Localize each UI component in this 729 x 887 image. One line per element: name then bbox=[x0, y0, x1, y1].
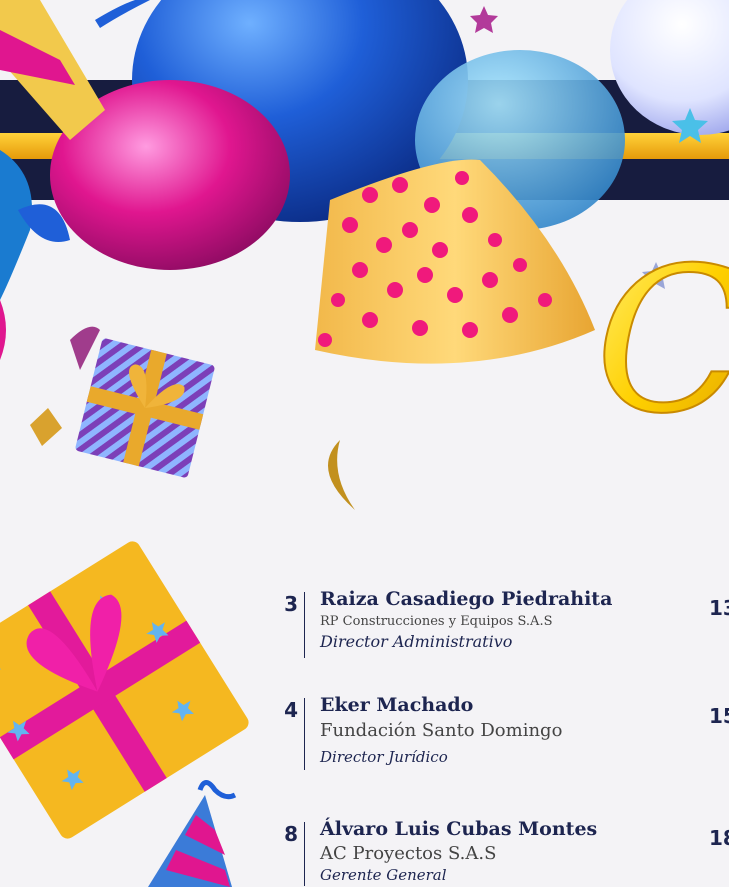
divider bbox=[304, 592, 305, 658]
birthday-entry: 3 Raiza Casadiego Piedrahita RP Construc… bbox=[262, 588, 682, 668]
person-name: Raiza Casadiego Piedrahita bbox=[320, 588, 613, 610]
day-number-right: 15 bbox=[709, 704, 729, 728]
person-name: Eker Machado bbox=[320, 694, 474, 716]
job-title: Director Administrativo bbox=[320, 632, 513, 651]
day-number: 8 bbox=[284, 822, 298, 846]
divider bbox=[304, 698, 305, 770]
company-name: AC Proyectos S.A.S bbox=[320, 843, 497, 864]
person-name: Álvaro Luis Cubas Montes bbox=[320, 818, 598, 840]
birthday-entry: 8 Álvaro Luis Cubas Montes AC Proyectos … bbox=[262, 818, 682, 887]
company-name: RP Construcciones y Equipos S.A.S bbox=[320, 614, 553, 629]
day-number: 3 bbox=[284, 592, 298, 616]
job-title: Director Jurídico bbox=[320, 748, 448, 766]
divider bbox=[304, 822, 305, 886]
day-number-right: 13 bbox=[709, 596, 729, 620]
day-number-right: 18 bbox=[709, 826, 729, 850]
job-title: Gerente General bbox=[320, 866, 447, 884]
birthday-poster: C 3 Raiza Casadiego Piedrahita RP C bbox=[0, 0, 729, 887]
birthday-entry: 4 Eker Machado Fundación Santo Domingo D… bbox=[262, 694, 682, 774]
day-number: 4 bbox=[284, 698, 298, 722]
company-name: Fundación Santo Domingo bbox=[320, 720, 563, 741]
script-letter: C bbox=[595, 225, 729, 458]
